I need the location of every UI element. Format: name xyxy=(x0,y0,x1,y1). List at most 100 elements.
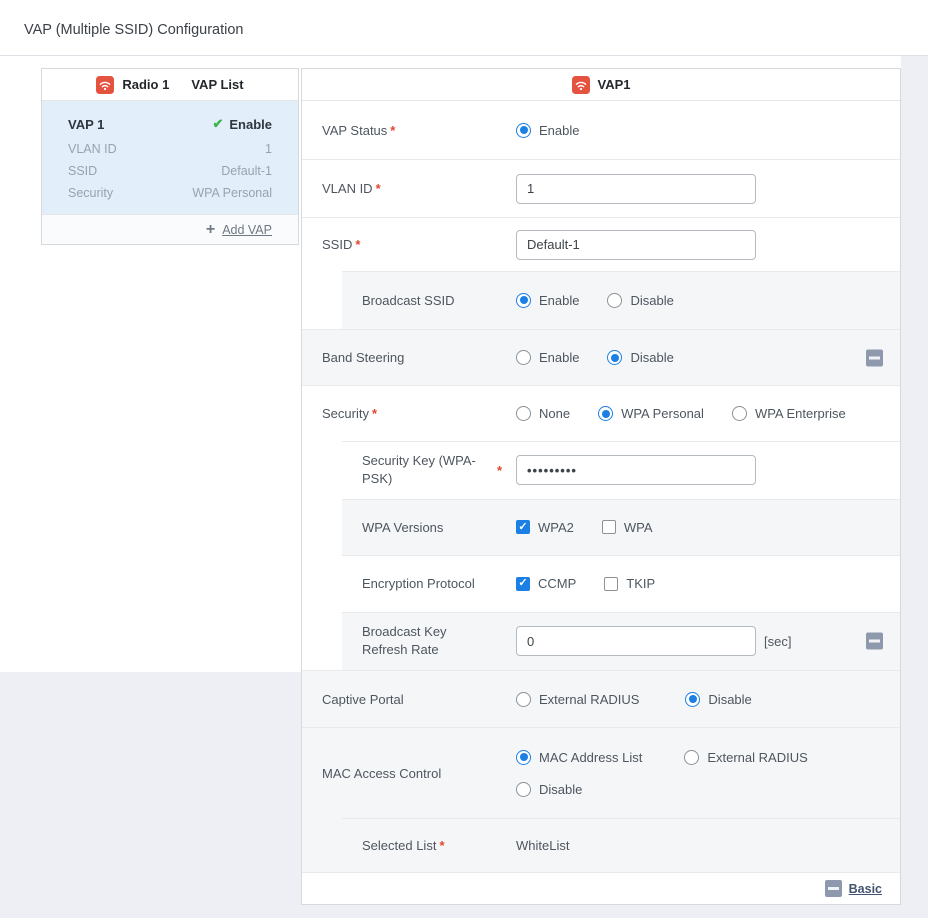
field-value: Default-1 xyxy=(221,164,272,178)
required-asterisk: * xyxy=(355,237,360,252)
option-label: WPA Enterprise xyxy=(755,406,846,421)
form-row-security-key: Security Key (WPA-PSK) * xyxy=(302,441,900,499)
title-divider xyxy=(0,55,928,56)
check-icon xyxy=(212,116,223,132)
checkbox-wpa2[interactable]: WPA2 xyxy=(516,520,574,535)
band-steering-options: Enable Disable xyxy=(516,350,900,365)
mac-access-control-options: MAC Address List External RADIUS Disable xyxy=(516,750,900,797)
radio-security-wpa-personal[interactable]: WPA Personal xyxy=(598,406,704,421)
field-label: Security xyxy=(68,186,113,200)
option-label: MAC Address List xyxy=(539,750,642,765)
option-label: CCMP xyxy=(538,576,576,591)
row-label: Broadcast Key Refresh Rate xyxy=(362,623,490,658)
wpa-versions-options: WPA2 WPA xyxy=(516,520,900,535)
radio-checked-icon xyxy=(607,350,622,365)
option-label: Disable xyxy=(539,782,582,797)
basic-minus-icon[interactable] xyxy=(825,880,842,897)
row-label: VAP Status xyxy=(322,123,387,138)
row-label-cell: VAP Status * xyxy=(302,123,516,138)
vap-list-header: Radio 1 VAP List xyxy=(42,69,298,101)
option-label: Disable xyxy=(630,293,673,308)
row-label-cell: WPA Versions xyxy=(302,520,516,535)
radio-security-wpa-enterprise[interactable]: WPA Enterprise xyxy=(732,406,846,421)
radio-label: Radio 1 xyxy=(122,77,169,92)
radio-icon xyxy=(516,692,531,707)
vap-card-field-vlan: VLAN ID 1 xyxy=(68,142,272,156)
checkbox-tkip[interactable]: TKIP xyxy=(604,576,655,591)
option-label: Enable xyxy=(539,123,579,138)
checkbox-icon xyxy=(604,577,618,591)
form-row-encryption-protocol: Encryption Protocol CCMP TKIP xyxy=(302,555,900,612)
wifi-icon xyxy=(572,76,590,94)
option-label: WPA Personal xyxy=(621,406,704,421)
radio-mac-address-list[interactable]: MAC Address List xyxy=(516,750,642,765)
form-row-vap-status: VAP Status * Enable xyxy=(302,101,900,159)
required-asterisk: * xyxy=(439,838,444,853)
form-row-security: Security * None WPA Personal WPA Enterpr… xyxy=(302,385,900,441)
radio-icon xyxy=(516,406,531,421)
vap-status-options: Enable xyxy=(516,123,900,138)
field-value: 1 xyxy=(265,142,272,156)
required-asterisk: * xyxy=(390,123,395,138)
radio-broadcast-ssid-enable[interactable]: Enable xyxy=(516,293,579,308)
radio-vap-status-enable[interactable]: Enable xyxy=(516,123,579,138)
basic-link[interactable]: Basic xyxy=(849,882,882,896)
option-label: WPA xyxy=(624,520,653,535)
row-label-cell: Broadcast Key Refresh Rate xyxy=(302,623,516,658)
checkbox-checked-icon xyxy=(516,577,530,591)
wifi-icon xyxy=(96,76,114,94)
checkbox-ccmp[interactable]: CCMP xyxy=(516,576,576,591)
security-key-input[interactable] xyxy=(516,455,756,485)
selected-list-control: WhiteList xyxy=(516,838,900,853)
captive-portal-options: External RADIUS Disable xyxy=(516,692,900,707)
form-row-ssid: SSID * xyxy=(302,217,900,271)
radio-band-steering-disable[interactable]: Disable xyxy=(607,350,673,365)
row-label: MAC Access Control xyxy=(322,766,441,781)
radio-band-steering-enable[interactable]: Enable xyxy=(516,350,579,365)
radio-checked-icon xyxy=(685,692,700,707)
row-label-cell: VLAN ID * xyxy=(302,181,516,196)
radio-mac-disable[interactable]: Disable xyxy=(516,782,582,797)
vap-form-title: VAP1 xyxy=(598,77,631,92)
radio-captive-portal-external-radius[interactable]: External RADIUS xyxy=(516,692,639,707)
broadcast-key-refresh-input[interactable] xyxy=(516,626,756,656)
form-row-wpa-versions: WPA Versions WPA2 WPA xyxy=(302,499,900,555)
form-row-vlan-id: VLAN ID * xyxy=(302,159,900,217)
form-row-broadcast-ssid: Broadcast SSID Enable Disable xyxy=(302,271,900,329)
row-label-cell: Broadcast SSID xyxy=(302,293,516,308)
selected-list-value: WhiteList xyxy=(516,838,569,853)
row-label-cell: Band Steering xyxy=(302,350,516,365)
collapse-minus-icon[interactable] xyxy=(866,349,883,366)
status-label: Enable xyxy=(229,117,272,132)
add-vap-link[interactable]: Add VAP xyxy=(222,223,272,237)
row-label-cell: Encryption Protocol xyxy=(302,576,516,591)
radio-checked-icon xyxy=(516,293,531,308)
plus-icon xyxy=(206,222,215,238)
radio-icon xyxy=(516,350,531,365)
encryption-protocol-options: CCMP TKIP xyxy=(516,576,900,591)
vap-list-item-vap1[interactable]: VAP 1 Enable VLAN ID 1 SSID Default-1 Se… xyxy=(42,101,298,214)
radio-broadcast-ssid-disable[interactable]: Disable xyxy=(607,293,673,308)
radio-icon xyxy=(732,406,747,421)
form-row-captive-portal: Captive Portal External RADIUS Disable xyxy=(302,670,900,727)
checkbox-icon xyxy=(602,520,616,534)
field-label: SSID xyxy=(68,164,97,178)
vap-list-title: VAP List xyxy=(191,77,243,92)
vap-card-status: Enable xyxy=(212,116,272,132)
radio-captive-portal-disable[interactable]: Disable xyxy=(685,692,751,707)
vap-card-name: VAP 1 xyxy=(68,117,104,132)
vlan-id-input[interactable] xyxy=(516,174,756,204)
ssid-input[interactable] xyxy=(516,230,756,260)
security-options: None WPA Personal WPA Enterprise xyxy=(516,406,900,421)
form-row-band-steering: Band Steering Enable Disable xyxy=(302,329,900,385)
row-label-cell: Security * xyxy=(302,406,516,421)
checkbox-checked-icon xyxy=(516,520,530,534)
collapse-minus-icon[interactable] xyxy=(866,633,883,650)
checkbox-wpa[interactable]: WPA xyxy=(602,520,653,535)
radio-mac-external-radius[interactable]: External RADIUS xyxy=(684,750,807,765)
radio-security-none[interactable]: None xyxy=(516,406,570,421)
broadcast-ssid-options: Enable Disable xyxy=(516,293,900,308)
radio-icon xyxy=(607,293,622,308)
row-label-cell: MAC Access Control xyxy=(302,766,516,781)
row-label: VLAN ID xyxy=(322,181,373,196)
